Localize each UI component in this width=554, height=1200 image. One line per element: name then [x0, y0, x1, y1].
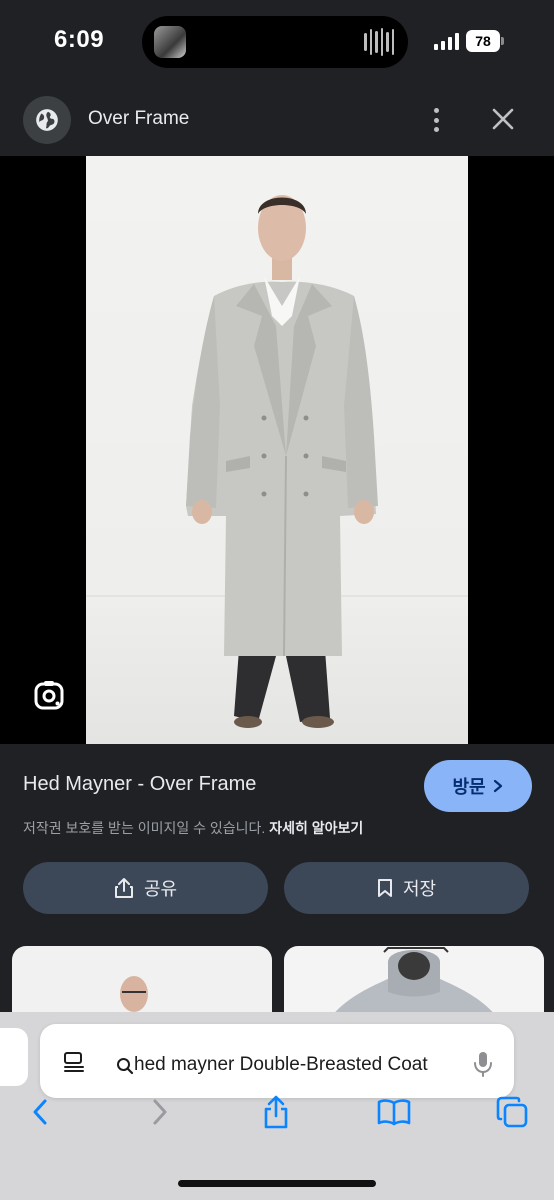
previous-tab-preview[interactable]: [0, 1028, 28, 1086]
share-button[interactable]: 공유: [23, 862, 268, 914]
now-playing-artwork: [154, 26, 186, 58]
audio-waveform-icon: [364, 28, 394, 56]
save-label: 저장: [402, 879, 437, 899]
share-label: 공유: [143, 879, 178, 899]
globe-icon[interactable]: [23, 96, 71, 144]
site-name: Over Frame: [88, 108, 190, 129]
chevron-right-icon: [493, 779, 502, 793]
mic-icon[interactable]: [472, 1050, 494, 1078]
search-icon: [117, 1058, 134, 1075]
google-lens-icon[interactable]: [32, 678, 66, 712]
tabs-icon[interactable]: [492, 1092, 532, 1132]
result-title: Hed Mayner - Over Frame: [23, 773, 257, 795]
visit-label: 방문: [452, 777, 486, 797]
close-icon[interactable]: [488, 104, 518, 134]
dynamic-island[interactable]: [142, 16, 408, 68]
address-bar[interactable]: hed mayner Double-Breasted Coat: [40, 1024, 514, 1098]
cellular-signal-icon: [434, 32, 459, 50]
preview-image[interactable]: [86, 156, 468, 744]
notice-text: 저작권 보호를 받는 이미지일 수 있습니다.: [23, 820, 266, 836]
battery-level: 78: [466, 30, 500, 52]
back-icon[interactable]: [20, 1092, 60, 1132]
image-viewer: [0, 156, 554, 744]
share-icon: [114, 878, 133, 898]
status-bar: 6:09 78: [0, 0, 554, 84]
status-time: 6:09: [54, 26, 105, 53]
bookmark-icon: [377, 879, 392, 897]
url-query[interactable]: hed mayner Double-Breasted Coat: [134, 1054, 452, 1076]
result-header: Over Frame: [0, 84, 554, 156]
home-indicator[interactable]: [178, 1180, 376, 1187]
share-icon[interactable]: [256, 1092, 296, 1132]
learn-more-link[interactable]: 자세히 알아보기: [269, 820, 363, 836]
reader-icon[interactable]: [62, 1050, 86, 1074]
more-vert-icon[interactable]: [424, 106, 448, 134]
save-button[interactable]: 저장: [284, 862, 529, 914]
bookmarks-icon[interactable]: [374, 1092, 414, 1132]
forward-icon[interactable]: [140, 1092, 180, 1132]
visit-button[interactable]: 방문: [424, 760, 532, 812]
copyright-notice: 저작권 보호를 받는 이미지일 수 있습니다. 자세히 알아보기: [23, 818, 363, 838]
battery-icon: 78: [466, 30, 504, 52]
